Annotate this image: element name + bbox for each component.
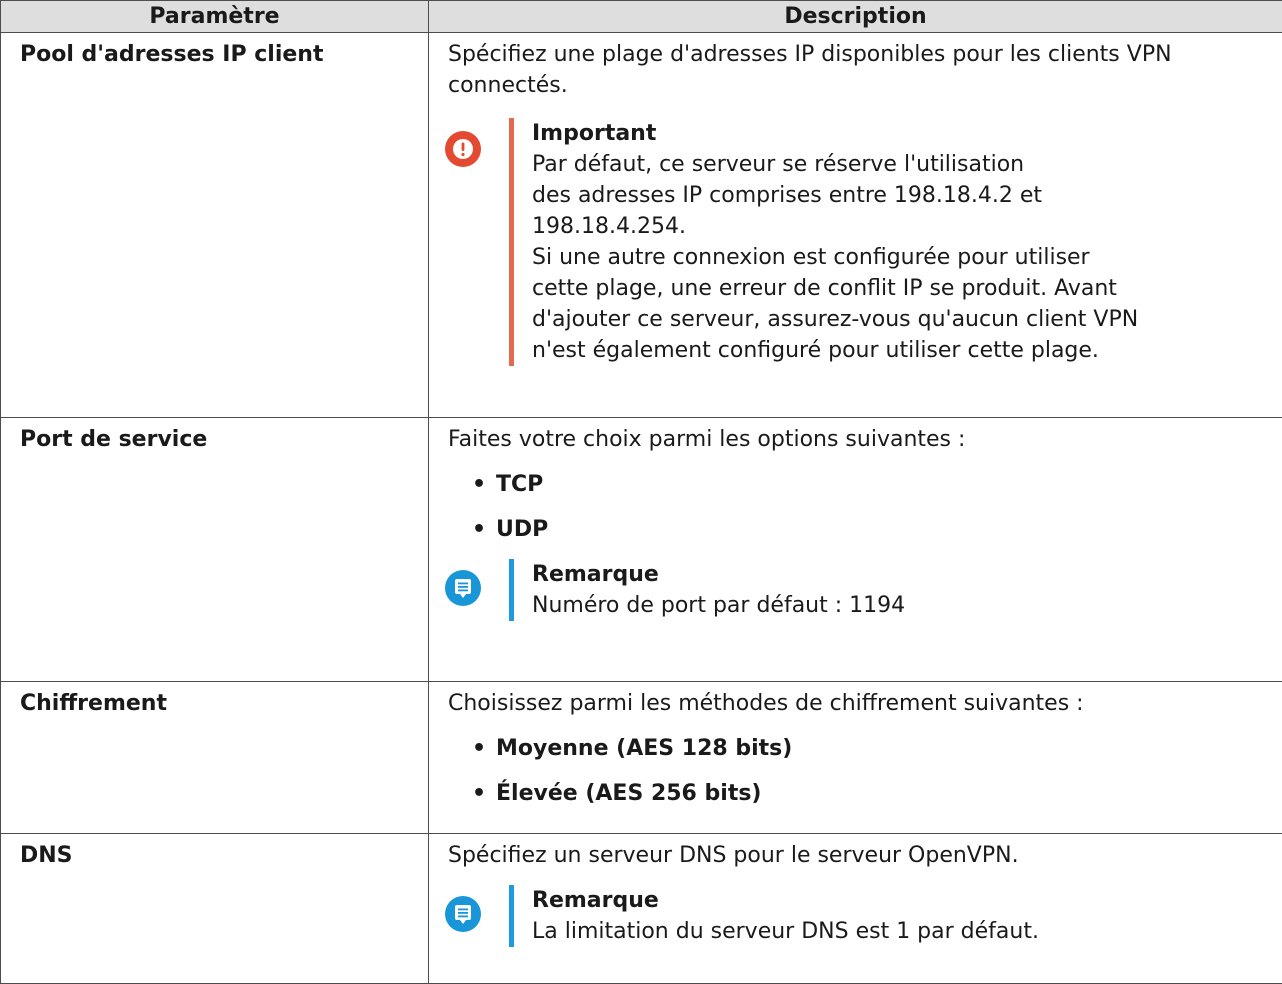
desc-dns: Spécifiez un serveur DNS pour le serveur… [429,834,1282,984]
note-callout-port: Remarque Numéro de port par défaut : 119… [445,559,1264,621]
option-aes256: Élevée (AES 256 bits) [496,781,761,806]
option-tcp: TCP [496,472,543,497]
table-row-pool: Pool d'adresses IP client Spécifiez une … [1,33,1282,418]
note-callout-bar [509,885,514,947]
port-options-list: • TCP • UDP [448,469,1264,545]
bullet: • [472,733,486,764]
note-callout-bar [509,559,514,621]
header-description: Description [429,1,1282,33]
desc-port: Faites votre choix parmi les options sui… [429,418,1282,682]
desc-pool: Spécifiez une plage d'adresses IP dispon… [429,33,1282,418]
list-item: • UDP [448,514,1264,545]
desc-encryption: Choisissez parmi les méthodes de chiffre… [429,682,1282,834]
option-aes128: Moyenne (AES 128 bits) [496,736,792,761]
important-line: Si une autre connexion est configurée po… [532,242,1264,273]
pool-desc-line1: Spécifiez une plage d'adresses IP dispon… [448,39,1264,70]
important-line: 198.18.4.254. [532,211,1264,242]
dns-desc: Spécifiez un serveur DNS pour le serveur… [448,840,1264,871]
table-row-port: Port de service Faites votre choix parmi… [1,418,1282,682]
note-text: La limitation du serveur DNS est 1 par d… [532,916,1264,947]
exclamation-icon [445,131,481,167]
param-encryption: Chiffrement [1,682,429,834]
table-row-encryption: Chiffrement Choisissez parmi les méthode… [1,682,1282,834]
important-line: Par défaut, ce serveur se réserve l'util… [532,149,1264,180]
note-title: Remarque [532,885,1264,916]
header-parametre: Paramètre [1,1,429,33]
parameters-table: Paramètre Description Pool d'adresses IP… [0,0,1282,984]
note-icon [445,896,481,932]
list-item: • Moyenne (AES 128 bits) [448,733,1264,764]
port-desc: Faites votre choix parmi les options sui… [448,424,1264,455]
bullet: • [472,514,486,545]
note-icon [445,570,481,606]
important-callout: Important Par défaut, ce serveur se rése… [445,118,1264,366]
list-item: • TCP [448,469,1264,500]
encryption-options-list: • Moyenne (AES 128 bits) • Élevée (AES 256… [448,733,1264,809]
important-line: d'ajouter ce serveur, assurez-vous qu'au… [532,304,1264,335]
bullet: • [472,469,486,500]
param-pool: Pool d'adresses IP client [1,33,429,418]
important-line: n'est également configuré pour utiliser … [532,335,1264,366]
important-line: cette plage, une erreur de conflit IP se… [532,273,1264,304]
important-callout-bar [509,118,514,366]
important-line: des adresses IP comprises entre 198.18.4… [532,180,1264,211]
note-text: Numéro de port par défaut : 1194 [532,590,1264,621]
bullet: • [472,778,486,809]
note-callout-dns: Remarque La limitation du serveur DNS es… [445,885,1264,947]
important-title: Important [532,118,1264,149]
table-row-dns: DNS Spécifiez un serveur DNS pour le ser… [1,834,1282,984]
param-dns: DNS [1,834,429,984]
param-port: Port de service [1,418,429,682]
pool-desc-line2: connectés. [448,70,1264,101]
list-item: • Élevée (AES 256 bits) [448,778,1264,809]
option-udp: UDP [496,517,548,542]
encryption-desc: Choisissez parmi les méthodes de chiffre… [448,688,1264,719]
note-title: Remarque [532,559,1264,590]
table-header-row: Paramètre Description [1,1,1282,33]
